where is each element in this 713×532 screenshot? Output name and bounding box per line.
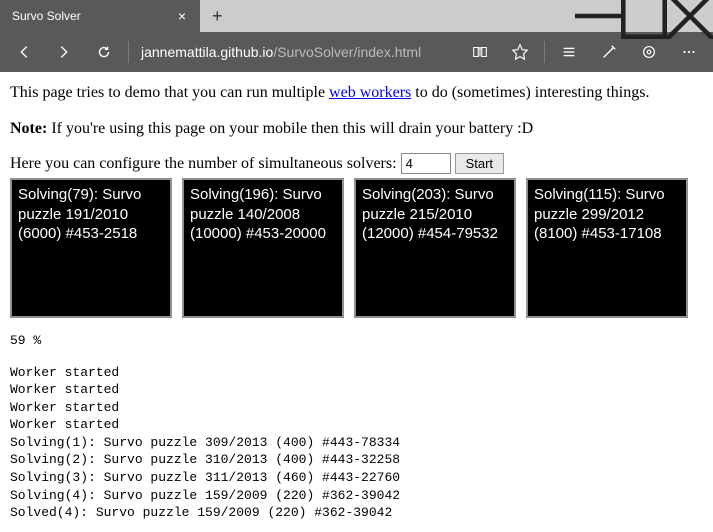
favorite-icon[interactable] bbox=[500, 32, 540, 72]
hub-icon[interactable] bbox=[549, 32, 589, 72]
close-window-button[interactable] bbox=[667, 0, 713, 32]
forward-button[interactable] bbox=[44, 32, 84, 72]
window-titlebar: Survo Solver × + bbox=[0, 0, 713, 32]
solver-panel: Solving(79): Survo puzzle 191/2010 (6000… bbox=[10, 178, 172, 318]
config-label: Here you can configure the number of sim… bbox=[10, 155, 397, 173]
notes-icon[interactable] bbox=[589, 32, 629, 72]
back-button[interactable] bbox=[4, 32, 44, 72]
page-content: This page tries to demo that you can run… bbox=[0, 72, 713, 532]
share-icon[interactable] bbox=[629, 32, 669, 72]
note-paragraph: Note: If you're using this page on your … bbox=[10, 118, 703, 140]
more-icon[interactable] bbox=[669, 32, 709, 72]
solver-panel: Solving(196): Survo puzzle 140/2008 (100… bbox=[182, 178, 344, 318]
solvers-container: Solving(79): Survo puzzle 191/2010 (6000… bbox=[10, 178, 703, 318]
maximize-button[interactable] bbox=[621, 0, 667, 32]
url-path: /SurvoSolver/index.html bbox=[273, 44, 421, 60]
log-output: Worker started Worker started Worker sta… bbox=[10, 364, 703, 522]
progress-text: 59 % bbox=[10, 332, 703, 350]
config-row: Here you can configure the number of sim… bbox=[10, 153, 703, 174]
new-tab-button[interactable]: + bbox=[200, 6, 235, 27]
address-bar[interactable]: jannemattila.github.io/SurvoSolver/index… bbox=[133, 44, 460, 60]
tab-title: Survo Solver bbox=[12, 9, 81, 23]
refresh-button[interactable] bbox=[84, 32, 124, 72]
browser-tab[interactable]: Survo Solver × bbox=[0, 0, 200, 32]
intro-paragraph: This page tries to demo that you can run… bbox=[10, 82, 703, 104]
start-button[interactable]: Start bbox=[455, 153, 504, 174]
minimize-button[interactable] bbox=[575, 0, 621, 32]
url-host: jannemattila.github.io bbox=[141, 44, 273, 60]
solver-panel: Solving(115): Survo puzzle 299/2012 (810… bbox=[526, 178, 688, 318]
note-label: Note: bbox=[10, 120, 47, 137]
browser-toolbar: jannemattila.github.io/SurvoSolver/index… bbox=[0, 32, 713, 72]
web-workers-link[interactable]: web workers bbox=[329, 84, 411, 101]
close-tab-icon[interactable]: × bbox=[174, 8, 190, 24]
solver-panel: Solving(203): Survo puzzle 215/2010 (120… bbox=[354, 178, 516, 318]
solvers-count-input[interactable] bbox=[401, 153, 451, 174]
reading-view-icon[interactable] bbox=[460, 32, 500, 72]
